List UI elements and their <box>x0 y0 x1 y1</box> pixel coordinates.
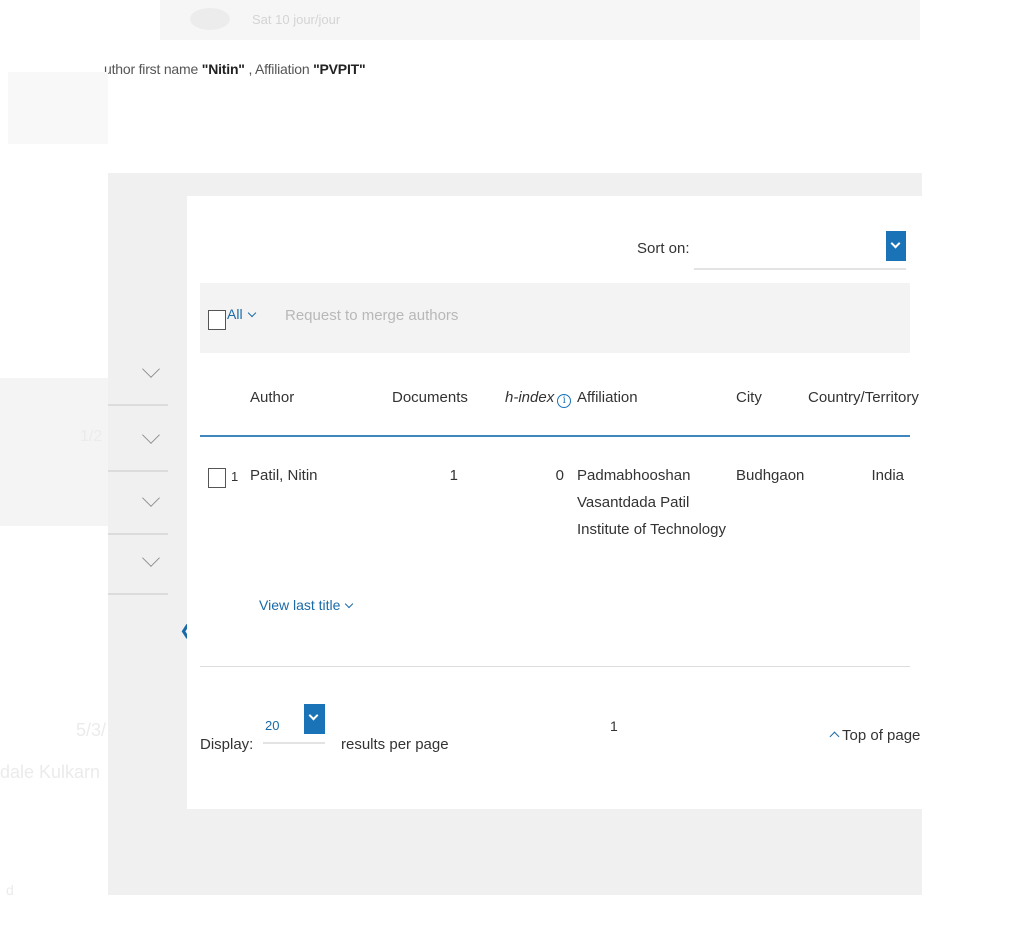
results-per-page-label: results per page <box>341 736 449 753</box>
sort-select[interactable] <box>694 228 906 270</box>
h-index-value: 0 <box>555 467 564 484</box>
row-select-checkbox[interactable] <box>208 468 226 488</box>
chevron-down-icon <box>890 238 901 249</box>
top-banner: Sat 10 jour/jour <box>160 0 920 40</box>
h-index-label: h-index <box>505 389 555 406</box>
results-per-page-select[interactable]: 20 <box>263 704 325 744</box>
logo-icon <box>190 8 230 30</box>
filter-section-toggle[interactable] <box>108 531 168 595</box>
select-all-label: All <box>227 306 243 322</box>
faded-button <box>8 72 108 144</box>
top-of-page-link[interactable]: Top of page <box>829 727 921 744</box>
current-page-number[interactable]: 1 <box>610 718 618 734</box>
column-header-city[interactable]: City <box>736 389 762 406</box>
column-header-affiliation[interactable]: Affiliation <box>577 389 638 406</box>
query-first-name: "Nitin" <box>201 61 245 77</box>
left-faded-text: d <box>6 882 14 898</box>
chevron-down-icon <box>142 489 160 507</box>
table-header-divider <box>200 435 910 437</box>
column-header-documents[interactable]: Documents <box>392 389 468 406</box>
documents-count[interactable]: 1 <box>440 462 458 489</box>
chevron-down-icon <box>142 549 160 567</box>
display-label: Display: <box>200 736 254 753</box>
filter-section-toggle[interactable] <box>108 408 168 472</box>
dropdown-button[interactable] <box>304 704 325 734</box>
column-header-author[interactable]: Author <box>250 389 294 406</box>
chevron-down-icon <box>142 426 160 444</box>
affiliation-value: Padmabhooshan Vasantdada Patil Institute… <box>577 467 726 538</box>
left-faded-text: dale Kulkarn <box>0 762 101 782</box>
view-last-title-label: View last title <box>259 597 341 613</box>
chevron-down-icon <box>247 308 256 318</box>
country-value: India <box>871 467 904 484</box>
view-last-title-toggle[interactable]: View last title <box>259 597 354 613</box>
column-header-h-index[interactable]: h-index i <box>505 389 572 408</box>
filter-section-toggle[interactable] <box>108 342 168 406</box>
chevron-up-icon <box>829 731 840 742</box>
sort-label: Sort on: <box>637 240 690 257</box>
filter-section-toggle[interactable] <box>108 471 168 535</box>
row-number: 1 <box>231 469 239 484</box>
column-header-country[interactable]: Country/Territory <box>808 389 919 406</box>
info-icon[interactable]: i <box>557 394 572 408</box>
table-bottom-divider <box>200 666 910 667</box>
left-faded-text: 1/2 <box>80 428 103 445</box>
query-prefix: uthor first name <box>104 61 202 77</box>
query-separator: , Affiliation <box>244 61 314 77</box>
chevron-down-icon <box>308 710 319 721</box>
select-all-checkbox[interactable] <box>208 310 226 330</box>
left-faded-region <box>0 378 108 526</box>
chevron-down-icon <box>142 360 160 378</box>
top-of-page-label: Top of page <box>842 727 921 744</box>
city-value: Budhgaon <box>736 467 805 484</box>
merge-authors-link[interactable]: Request to merge authors <box>285 307 458 324</box>
search-query-summary: uthor first name "Nitin" , Affiliation "… <box>104 61 366 77</box>
select-all-dropdown[interactable]: All <box>227 306 256 322</box>
results-per-page-value: 20 <box>265 718 280 733</box>
left-faded-text: 5/3/ <box>76 720 107 740</box>
author-name-link[interactable]: Patil, Nitin <box>250 462 318 489</box>
query-affiliation: "PVPIT" <box>313 61 366 77</box>
banner-text: Sat 10 jour/jour <box>252 12 341 27</box>
dropdown-button[interactable] <box>886 231 906 261</box>
chevron-down-icon <box>345 599 354 609</box>
